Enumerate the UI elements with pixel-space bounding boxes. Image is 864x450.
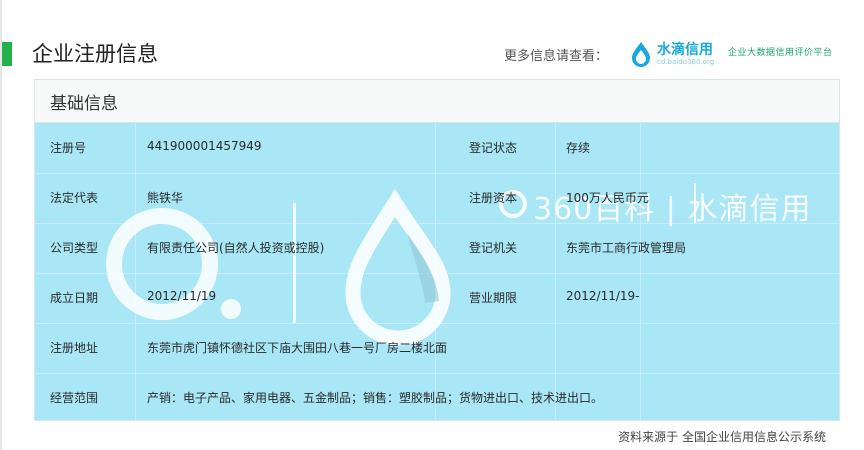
water-drop-icon bbox=[632, 42, 650, 67]
info-table: 360百科 | 水滴信用 注册号 441900001457949 登记状态 存续… bbox=[35, 123, 839, 420]
registration-number-label: 注册号 bbox=[50, 141, 87, 155]
basic-info-panel: 基础信息 360百科 | 水滴信用 注册号 441900001457949 登记… bbox=[34, 79, 840, 421]
registration-authority-label: 登记机关 bbox=[469, 241, 518, 255]
page: 企业注册信息 更多信息请查看： 水滴信用 cd.baidu360.org 企业大… bbox=[0, 0, 864, 450]
brand-slogan: 企业大数据信用评价平台 bbox=[728, 48, 833, 58]
registered-address-value: 东莞市虎门镇怀德社区下庙大围田八巷一号厂房二楼北面 bbox=[147, 341, 448, 355]
establishment-date-value: 2012/11/19 bbox=[147, 289, 217, 303]
shuidi-brand-link[interactable]: 水滴信用 cd.baidu360.org bbox=[630, 38, 714, 70]
company-type-value: 有限责任公司(自然人投资或控股) bbox=[147, 241, 325, 255]
table-row: 注册号 441900001457949 登记状态 存续 bbox=[35, 123, 839, 173]
more-info-label: 更多信息请查看： bbox=[504, 49, 609, 64]
panel-header: 基础信息 bbox=[35, 80, 839, 123]
table-row: 经营范围 产销：电子产品、家用电器、五金制品；销售：塑胶制品；货物进出口、技术进… bbox=[35, 373, 839, 420]
registration-status-value: 存续 bbox=[566, 141, 591, 155]
brand-name: 水滴信用 bbox=[657, 42, 713, 58]
registration-number-value: 441900001457949 bbox=[147, 139, 262, 153]
page-title: 企业注册信息 bbox=[32, 42, 158, 66]
data-source-note: 资料来源于 全国企业信用信息公示系统 bbox=[618, 430, 826, 444]
table-row: 公司类型 有限责任公司(自然人投资或控股) 登记机关 东莞市工商行政管理局 bbox=[35, 223, 839, 273]
business-term-value: 2012/11/19- bbox=[566, 289, 640, 303]
registration-authority-value: 东莞市工商行政管理局 bbox=[566, 241, 687, 255]
registered-address-label: 注册地址 bbox=[50, 341, 99, 355]
company-type-label: 公司类型 bbox=[50, 241, 99, 255]
table-row: 注册地址 东莞市虎门镇怀德社区下庙大围田八巷一号厂房二楼北面 bbox=[35, 323, 839, 373]
title-accent-bar bbox=[2, 42, 12, 66]
brand-domain: cd.baidu360.org bbox=[657, 58, 715, 66]
business-scope-value: 产销：电子产品、家用电器、五金制品；销售：塑胶制品；货物进出口、技术进出口。 bbox=[147, 391, 604, 405]
registration-status-label: 登记状态 bbox=[469, 141, 518, 155]
section-title: 基础信息 bbox=[50, 94, 118, 114]
registered-capital-label: 注册资本 bbox=[469, 191, 518, 205]
legal-representative-value: 熊铁华 bbox=[147, 191, 184, 205]
table-row: 法定代表 熊铁华 注册资本 100万人民币元 bbox=[35, 173, 839, 223]
legal-representative-label: 法定代表 bbox=[50, 191, 99, 205]
header: 企业注册信息 更多信息请查看： 水滴信用 cd.baidu360.org 企业大… bbox=[2, 34, 864, 72]
establishment-date-label: 成立日期 bbox=[50, 291, 99, 305]
business-scope-label: 经营范围 bbox=[50, 391, 99, 405]
business-term-label: 营业期限 bbox=[469, 291, 518, 305]
registered-capital-value: 100万人民币元 bbox=[566, 191, 649, 205]
table-row: 成立日期 2012/11/19 营业期限 2012/11/19- bbox=[35, 273, 839, 323]
